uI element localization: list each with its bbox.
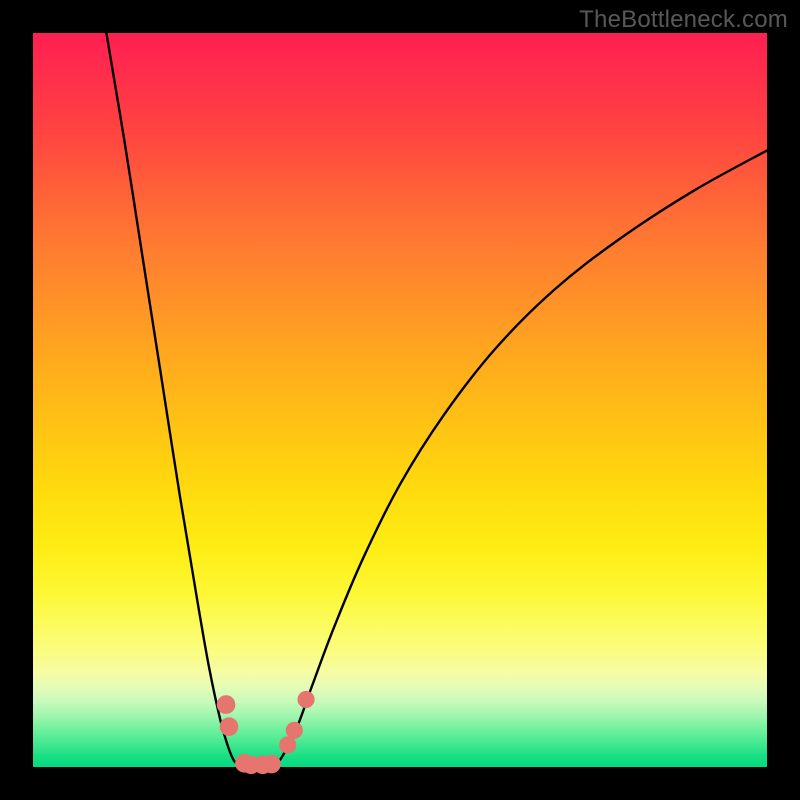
bottleneck-curve-svg (33, 33, 767, 767)
data-marker (286, 722, 302, 738)
watermark-text: TheBottleneck.com (579, 6, 788, 34)
data-marker (280, 737, 296, 753)
data-marker (298, 691, 314, 707)
plot-area (33, 33, 767, 767)
data-marker (263, 755, 281, 773)
marker-group (217, 691, 314, 773)
data-marker (220, 718, 238, 736)
curve-group (106, 33, 767, 766)
bottleneck-curve (106, 33, 767, 766)
data-marker (217, 696, 235, 714)
chart-frame: TheBottleneck.com (0, 0, 800, 800)
